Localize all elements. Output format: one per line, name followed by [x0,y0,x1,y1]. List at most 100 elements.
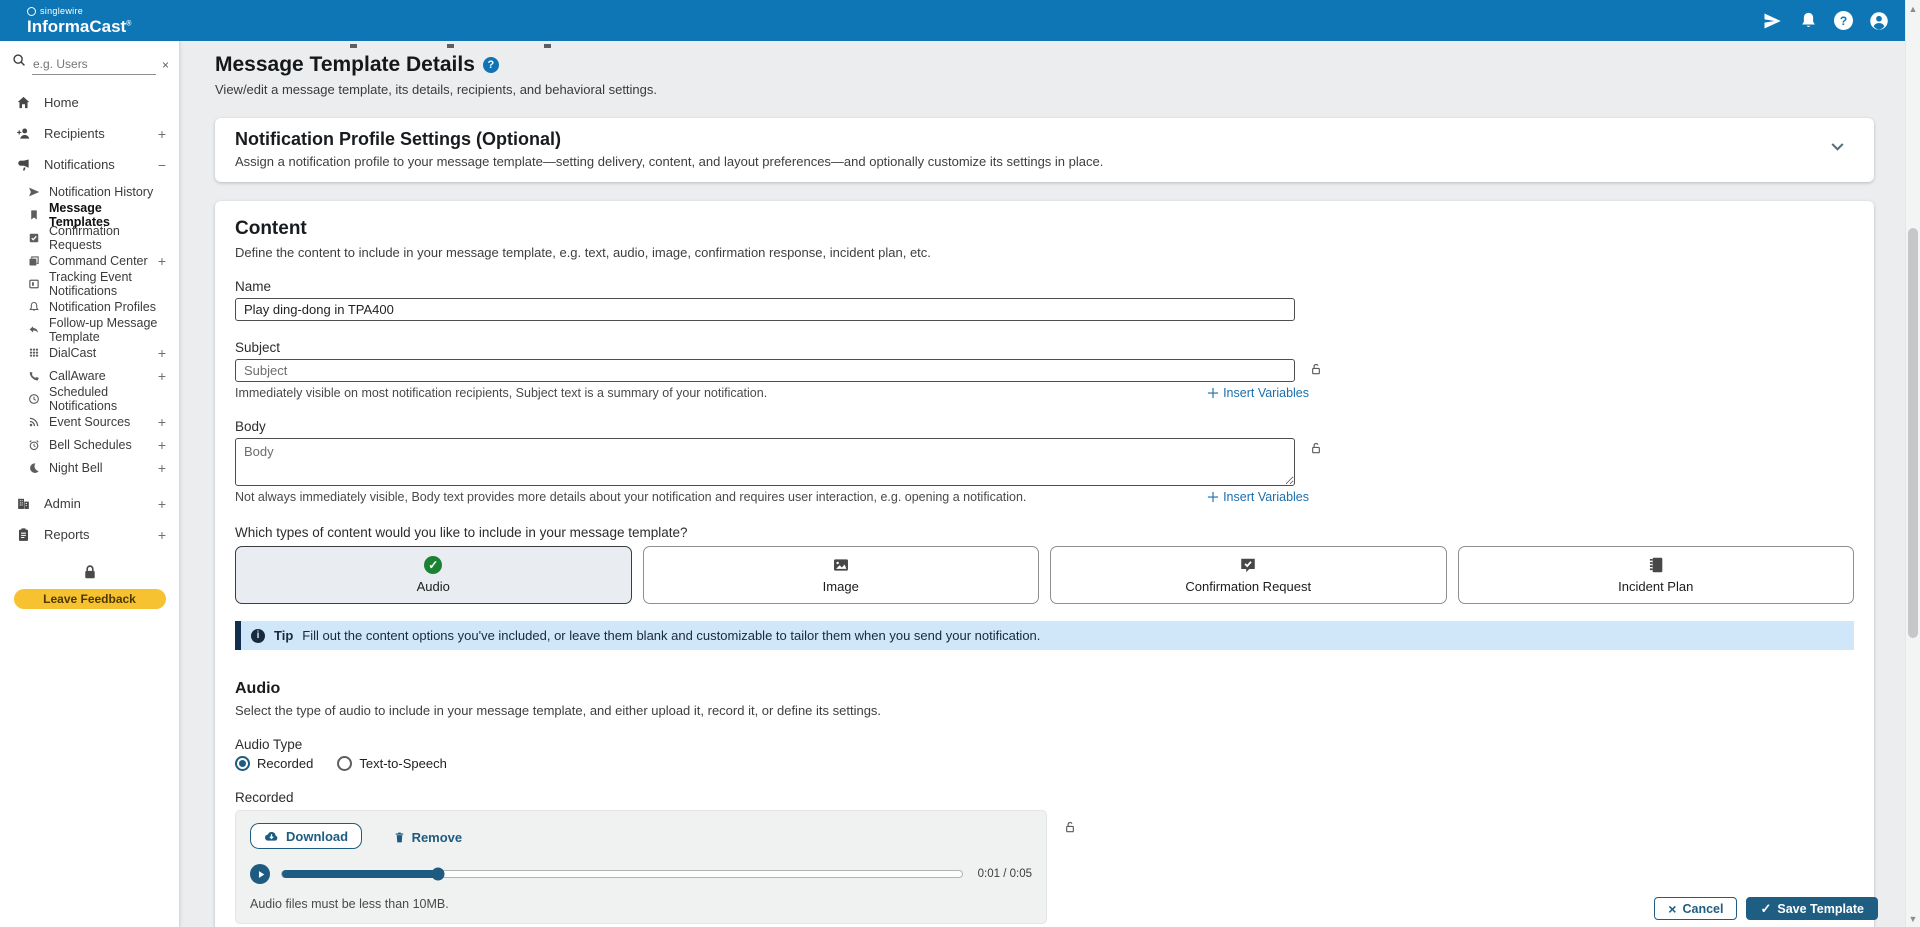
sidebar-item-event-sources[interactable]: Event Sources + [0,410,179,433]
insert-variables-link-body[interactable]: Insert Variables [1207,490,1309,504]
chevron-down-icon[interactable] [1829,138,1846,160]
notification-profile-settings-panel[interactable]: Notification Profile Settings (Optional)… [215,118,1874,182]
expand-icon[interactable]: + [158,368,166,384]
bell-outline-icon [27,301,41,313]
send-notification-icon[interactable] [1762,11,1782,31]
sidebar-item-label: Home [44,95,79,110]
body-helper-text: Not always immediately visible, Body tex… [235,490,1207,504]
alarm-clock-icon [27,439,41,451]
sidebar-item-bell-schedules[interactable]: Bell Schedules + [0,433,179,456]
sidebar-item-admin[interactable]: Admin + [0,488,179,519]
type-card-audio[interactable]: ✓ Audio [235,546,632,604]
sidebar-item-label: Tracking Event Notifications [49,270,166,298]
sidebar-item-label: Bell Schedules [49,438,132,452]
info-icon: i [251,629,265,643]
home-icon [14,95,32,110]
sidebar-item-label: Night Bell [49,461,103,475]
body-label: Body [235,419,1854,434]
expand-icon[interactable]: + [158,253,166,269]
audio-section-title: Audio [235,680,1854,698]
brand-logo[interactable]: singlewire InformaCast® [27,7,131,35]
cancel-button[interactable]: × Cancel [1654,897,1737,920]
sidebar-item-follow-up-message-template[interactable]: Follow-up Message Template [0,318,179,341]
account-icon[interactable] [1869,11,1889,31]
close-icon: × [1668,901,1676,917]
cloud-download-icon [264,829,279,844]
check-circle-icon: ✓ [424,556,442,574]
scroll-up-arrow[interactable]: ▲ [1906,1,1920,16]
notifications-bell-icon[interactable] [1798,11,1818,31]
expand-icon[interactable]: + [158,126,166,142]
leave-feedback-button[interactable]: Leave Feedback [14,589,166,609]
expand-icon[interactable]: + [158,527,166,543]
type-card-confirmation-request[interactable]: Confirmation Request [1050,546,1447,604]
name-input[interactable] [235,298,1295,321]
unlock-icon[interactable] [1309,362,1323,381]
radio-label: Recorded [257,756,313,771]
unlock-icon[interactable] [1309,441,1323,460]
sidebar-item-dialcast[interactable]: DialCast + [0,341,179,364]
content-types-question: Which types of content would you like to… [235,525,1854,540]
sidebar-item-reports[interactable]: Reports + [0,519,179,550]
tracking-icon [27,278,41,290]
expand-icon[interactable]: + [158,414,166,430]
radio-recorded[interactable]: Recorded [235,756,313,771]
insert-variables-link-subject[interactable]: Insert Variables [1207,386,1309,400]
sidebar: × Home Recipients + Notifications − Noti… [0,41,180,927]
radio-text-to-speech[interactable]: Text-to-Speech [337,756,446,771]
dialpad-icon [27,347,41,359]
remove-button[interactable]: Remove [387,829,469,846]
collapse-icon[interactable]: − [158,157,166,173]
type-card-label: Image [823,579,859,594]
insert-variables-icon [1207,387,1219,399]
check-square-icon [27,232,41,244]
expand-icon[interactable]: + [158,496,166,512]
sidebar-item-confirmation-requests[interactable]: Confirmation Requests [0,226,179,249]
type-card-incident-plan[interactable]: Incident Plan [1458,546,1855,604]
expand-icon[interactable]: + [158,345,166,361]
sidebar-item-night-bell[interactable]: Night Bell + [0,456,179,479]
search-clear-icon[interactable]: × [162,58,169,72]
radio-selected-icon [235,756,250,771]
search-input[interactable] [32,54,156,75]
audio-file-note: Audio files must be less than 10MB. [250,897,1032,911]
type-card-image[interactable]: Image [643,546,1040,604]
slider-thumb[interactable] [432,868,445,881]
sidebar-item-notifications[interactable]: Notifications − [0,149,179,180]
content-title: Content [235,218,1854,240]
save-template-button[interactable]: ✓ Save Template [1746,897,1878,920]
brand-singlewire: singlewire [27,7,131,16]
subject-input[interactable] [235,359,1295,382]
radio-unselected-icon [337,756,352,771]
sidebar-item-label: Event Sources [49,415,130,429]
sidebar-item-scheduled-notifications[interactable]: Scheduled Notifications [0,387,179,410]
clock-icon [27,393,41,405]
tip-label: Tip [274,628,293,643]
content-panel: Content Define the content to include in… [215,201,1874,927]
panel-description: Assign a notification profile to your me… [235,154,1103,169]
body-textarea[interactable] [235,438,1295,486]
sidebar-item-label: Command Center [49,254,148,268]
sidebar-item-label: Notification Profiles [49,300,156,314]
unlock-icon[interactable] [1063,820,1077,839]
scroll-down-arrow[interactable]: ▼ [1906,911,1920,926]
download-button[interactable]: Download [250,823,362,849]
type-card-label: Incident Plan [1618,579,1693,594]
audio-progress-slider[interactable] [281,870,963,878]
sidebar-item-home[interactable]: Home [0,87,179,118]
incident-plan-book-icon [1647,556,1665,574]
brand-informacast-label: InformaCast® [27,18,131,35]
sidebar-item-label: Confirmation Requests [49,224,166,252]
image-icon [832,556,850,574]
megaphone-icon [14,157,32,172]
expand-icon[interactable]: + [158,437,166,453]
scrollbar-thumb[interactable] [1908,228,1918,638]
play-button[interactable] [250,864,270,884]
help-icon[interactable]: ? [1834,11,1853,30]
scrollbar[interactable]: ▲ ▼ [1905,0,1920,927]
page-help-icon[interactable]: ? [483,57,499,73]
expand-icon[interactable]: + [158,460,166,476]
sidebar-item-tracking-event-notifications[interactable]: Tracking Event Notifications [0,272,179,295]
sidebar-item-recipients[interactable]: Recipients + [0,118,179,149]
sidebar-search: × [0,41,179,75]
